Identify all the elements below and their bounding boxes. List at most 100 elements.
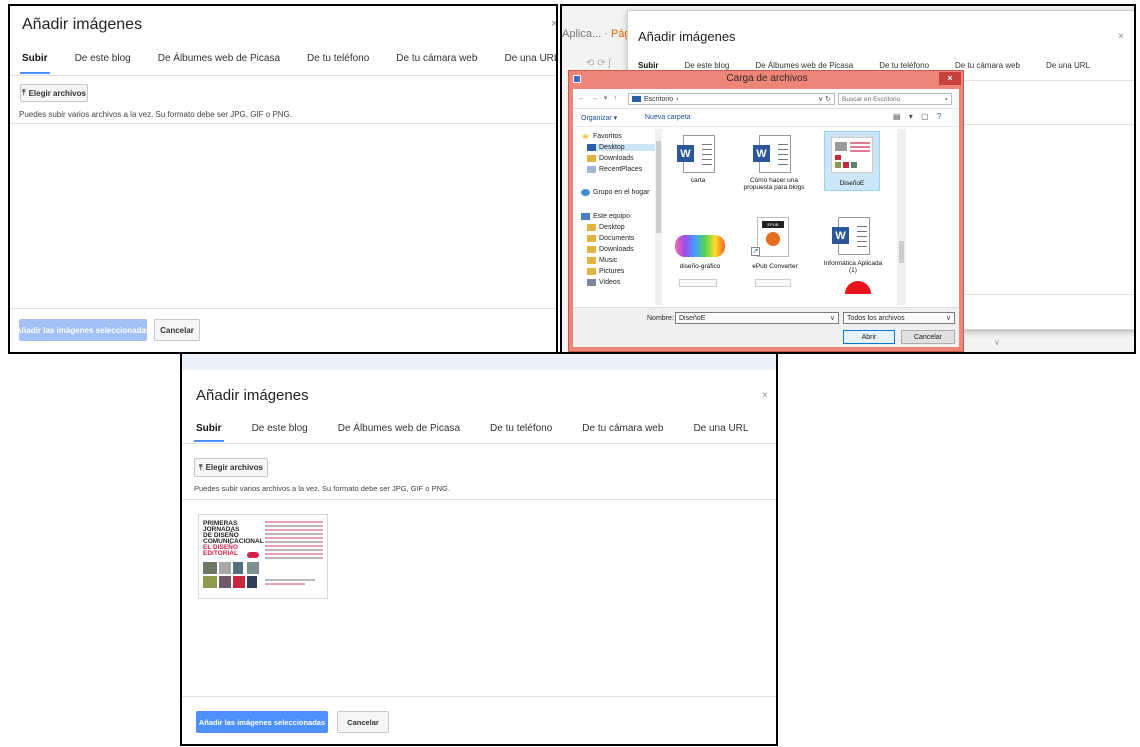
choose-files-button[interactable]: ⤒ Elegir archivos xyxy=(194,458,268,477)
nav-item-pictures[interactable]: Pictures xyxy=(587,268,624,275)
file-type-select[interactable]: Todos los archivos ∨ xyxy=(843,312,955,324)
thumbnail-photo xyxy=(247,562,259,574)
nav-item-videos[interactable]: Videos xyxy=(587,279,620,286)
file-name-label: Nombre: xyxy=(647,315,674,322)
nav-item-downloads[interactable]: Downloads xyxy=(587,155,634,162)
tab-subir[interactable]: Subir xyxy=(22,53,48,64)
active-tab-indicator xyxy=(194,440,224,442)
uploaded-image-thumbnail[interactable]: PRIMERAS JORNADAS DE DISEÑO COMUNICACION… xyxy=(198,514,328,599)
nav-item-downloads-2[interactable]: Downloads xyxy=(587,246,634,253)
view-options-icon[interactable]: ▤ ▾ ▢ ? xyxy=(893,112,944,121)
thumbnail-photo xyxy=(219,576,231,588)
window-close-button[interactable]: × xyxy=(939,72,961,85)
nav-label: Music xyxy=(599,257,618,264)
file-name-input[interactable]: DiseñoE ∨ xyxy=(675,312,839,324)
tab-telefono[interactable]: De tu teléfono xyxy=(490,423,552,434)
tab-telefono[interactable]: De tu teléfono xyxy=(879,61,929,70)
tab-picasa[interactable]: De Álbumes web de Picasa xyxy=(338,423,460,434)
tabs-bar: Subir De este blog De Álbumes web de Pic… xyxy=(638,61,1116,70)
nav-item-este-equipo[interactable]: Este equipo xyxy=(581,213,630,220)
tab-url[interactable]: De una URL xyxy=(504,53,556,64)
tab-picasa[interactable]: De Álbumes web de Picasa xyxy=(755,61,853,70)
tab-de-este-blog[interactable]: De este blog xyxy=(75,53,131,64)
open-button[interactable]: Abrir xyxy=(843,330,895,344)
nav-scrollbar[interactable] xyxy=(655,129,662,305)
file-list: W carta W Cómo hacer una propuesta para … xyxy=(667,129,907,305)
thumbnail-text-row xyxy=(265,541,323,543)
close-icon[interactable]: × xyxy=(762,390,768,401)
add-selected-images-button[interactable]: Añadir las imágenes seleccionadas xyxy=(196,711,328,733)
screenshot-step-2: Aplica... · Págí ⟲ ⟳ ʃ Añadir imágenes ×… xyxy=(560,4,1136,354)
add-selected-images-button[interactable]: Añadir las imágenes seleccionadas xyxy=(16,319,150,341)
nav-label: Grupo en el hogar xyxy=(593,189,650,196)
nav-scroll-thumb[interactable] xyxy=(656,141,661,233)
thumbnail-text-row xyxy=(265,557,323,559)
tab-url[interactable]: De una URL xyxy=(1046,61,1090,70)
browser-nav-icons: ⟲ ⟳ ʃ xyxy=(586,58,611,69)
music-icon xyxy=(587,257,596,264)
thumbnail-text-row xyxy=(265,579,315,581)
refresh-icon[interactable]: ∨ ↻ xyxy=(818,95,831,103)
close-icon[interactable]: × xyxy=(1118,31,1124,42)
nav-label: Pictures xyxy=(599,268,625,275)
organize-menu[interactable]: Organizar ▾ xyxy=(581,114,617,122)
thumbnail-text: EDITORIAL xyxy=(203,550,238,557)
tab-camara-web[interactable]: De tu cámara web xyxy=(955,61,1020,70)
chevron-down-icon[interactable]: ∨ xyxy=(830,313,835,324)
close-icon[interactable]: × xyxy=(551,18,556,30)
desktop-icon xyxy=(587,224,596,231)
cancel-button[interactable]: Cancelar xyxy=(154,319,200,341)
file-label: carta xyxy=(690,177,706,184)
file-item-disenoe[interactable]: DiseñoE xyxy=(824,131,880,191)
nav-item-favoritos[interactable]: Favoritos xyxy=(581,133,622,140)
upload-hint: Puedes subir varios archivos a la vez. S… xyxy=(19,110,293,119)
cancel-button[interactable]: Cancelar xyxy=(901,330,955,344)
nav-item-documents[interactable]: Documents xyxy=(587,235,634,242)
thumbnail-photo xyxy=(203,576,217,588)
tab-de-este-blog[interactable]: De este blog xyxy=(684,61,729,70)
nav-label: Favoritos xyxy=(593,133,622,140)
new-folder-button[interactable]: Nueva carpeta xyxy=(645,114,691,121)
file-item-carta[interactable]: W carta xyxy=(669,135,727,193)
nav-arrows-icon[interactable]: ← → ▾ ↑ xyxy=(578,94,619,102)
nav-item-music[interactable]: Music xyxy=(587,257,617,264)
tab-picasa[interactable]: De Álbumes web de Picasa xyxy=(158,53,280,64)
upload-icon: ⤒ xyxy=(199,462,203,472)
tab-subir[interactable]: Subir xyxy=(196,423,222,434)
files-scrollbar[interactable] xyxy=(897,129,906,305)
star-icon xyxy=(581,133,590,140)
help-icon[interactable]: ? xyxy=(937,112,944,121)
thumbnail-text-row xyxy=(265,533,323,535)
tabs-bar: Subir De este blog De Álbumes web de Pic… xyxy=(22,53,556,64)
file-type-value: Todos los archivos xyxy=(847,315,905,322)
file-item-informatica-aplicada[interactable]: W Informática Aplicada (1) xyxy=(822,205,884,277)
nav-item-desktop-2[interactable]: Desktop xyxy=(587,224,625,231)
tab-telefono[interactable]: De tu teléfono xyxy=(307,53,369,64)
tab-de-este-blog[interactable]: De este blog xyxy=(252,423,308,434)
tab-url[interactable]: De una URL xyxy=(693,423,748,434)
thumbnail-text-row xyxy=(265,549,323,551)
downloads-icon xyxy=(587,155,596,162)
file-item-diseno-grafico[interactable]: diseño-gráfico xyxy=(669,229,731,271)
screenshot-step-1: Añadir imágenes × Subir De este blog De … xyxy=(8,4,558,354)
file-item-epub-converter[interactable]: EPUB ↗ ePub Converter xyxy=(747,205,803,271)
tab-camara-web[interactable]: De tu cámara web xyxy=(582,423,663,434)
address-bar[interactable]: Escritorio › ∨ ↻ xyxy=(628,93,835,105)
thumbnail-photo xyxy=(203,562,217,574)
nav-item-homegroup[interactable]: Grupo en el hogar xyxy=(581,189,649,196)
cancel-button[interactable]: Cancelar xyxy=(337,711,389,733)
epub-icon: EPUB xyxy=(757,217,789,257)
pictures-icon xyxy=(587,268,596,275)
divider xyxy=(182,499,776,500)
search-input[interactable]: Buscar en Escritorio ⌕ xyxy=(838,93,952,105)
thumbnail-photo xyxy=(247,576,257,588)
image-thumbnail xyxy=(675,235,725,257)
nav-item-desktop[interactable]: Desktop xyxy=(587,144,657,151)
choose-files-button[interactable]: ⤒ Elegir archivos xyxy=(20,84,88,102)
nav-item-recentplaces[interactable]: RecentPlaces xyxy=(587,166,642,173)
files-scroll-thumb[interactable] xyxy=(899,241,904,263)
tab-subir[interactable]: Subir xyxy=(638,61,658,70)
tab-camara-web[interactable]: De tu cámara web xyxy=(396,53,477,64)
choose-files-label: Elegir archivos xyxy=(28,88,86,98)
file-item-propuesta[interactable]: W Cómo hacer una propuesta para blogs xyxy=(743,135,805,207)
